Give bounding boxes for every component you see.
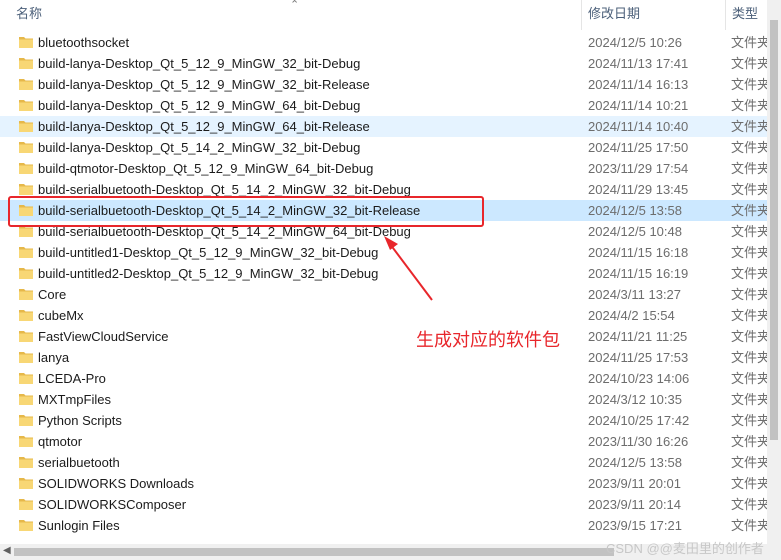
watermark: CSDN @@麦田里的创作者 — [606, 541, 764, 556]
scroll-left-icon[interactable]: ◀ — [3, 545, 11, 556]
annotation-arrow-icon — [384, 236, 433, 301]
annotation-text: 生成对应的软件包 — [416, 330, 560, 350]
vertical-scrollbar[interactable] — [767, 0, 781, 560]
vertical-scroll-thumb[interactable] — [770, 20, 778, 440]
horizontal-scroll-thumb[interactable] — [14, 548, 614, 556]
